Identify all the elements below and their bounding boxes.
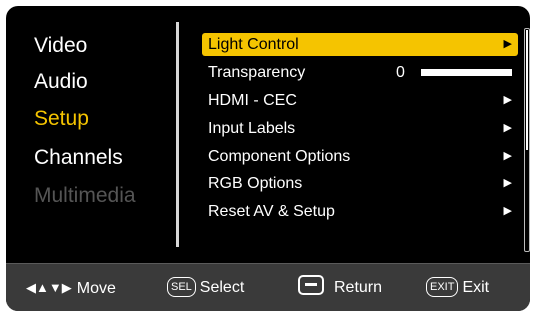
button-hint-bar: ◀▲▼▶ Move SEL Select Return EXIT Exit: [6, 263, 530, 311]
submenu-item-hdmi-cec[interactable]: HDMI - CEC ▶: [202, 89, 518, 112]
submenu-item-label: HDMI - CEC: [208, 92, 297, 109]
hint-return: Return: [298, 264, 382, 311]
submenu-item-rgb-options[interactable]: RGB Options ▶: [202, 172, 518, 195]
category-audio[interactable]: Audio: [34, 70, 88, 94]
menu-divider: [176, 22, 179, 247]
hint-move-label: Move: [76, 280, 116, 297]
category-video[interactable]: Video: [34, 34, 87, 58]
submenu-item-component-options[interactable]: Component Options ▶: [202, 145, 518, 168]
triangle-right-icon: ▶: [503, 205, 512, 217]
osd-menu: Video Audio Setup Channels Multimedia Li…: [6, 6, 530, 311]
category-setup[interactable]: Setup: [34, 107, 89, 131]
triangle-right-icon: ▶: [503, 38, 512, 50]
submenu-item-label: Light Control: [208, 36, 299, 53]
submenu-item-transparency[interactable]: Transparency 0: [202, 61, 518, 84]
scrollbar-thumb[interactable]: [526, 30, 528, 150]
hint-exit: EXIT Exit: [426, 264, 489, 311]
triangle-right-icon: ▶: [503, 94, 512, 106]
submenu-item-label: Component Options: [208, 148, 351, 165]
sel-key-icon: SEL: [167, 277, 196, 297]
transparency-slider[interactable]: [421, 69, 512, 76]
exit-key-icon: EXIT: [426, 277, 459, 297]
submenu-item-input-labels[interactable]: Input Labels ▶: [202, 117, 518, 140]
submenu-item-light-control[interactable]: Light Control ▶: [202, 33, 518, 56]
submenu-item-reset-av-setup[interactable]: Reset AV & Setup ▶: [202, 200, 518, 223]
hint-select: SEL Select: [167, 264, 244, 311]
hint-exit-label: Exit: [462, 279, 490, 296]
category-channels[interactable]: Channels: [34, 146, 123, 170]
triangle-right-icon: ▶: [503, 150, 512, 162]
submenu-item-label: Transparency: [208, 64, 306, 81]
four-way-arrow-icon: ◀▲▼▶: [26, 280, 72, 295]
triangle-right-icon: ▶: [503, 122, 512, 134]
transparency-value: 0: [396, 64, 405, 81]
menu-panel: Video Audio Setup Channels Multimedia Li…: [6, 6, 530, 263]
hint-select-label: Select: [199, 279, 245, 296]
category-multimedia: Multimedia: [34, 184, 136, 207]
return-key-icon: [298, 275, 324, 295]
submenu-item-label: Input Labels: [208, 120, 296, 137]
triangle-right-icon: ▶: [503, 177, 512, 189]
hint-move: ◀▲▼▶ Move: [26, 264, 116, 311]
hint-return-label: Return: [334, 279, 383, 296]
submenu-item-label: RGB Options: [208, 175, 303, 192]
submenu-item-label: Reset AV & Setup: [208, 203, 335, 220]
